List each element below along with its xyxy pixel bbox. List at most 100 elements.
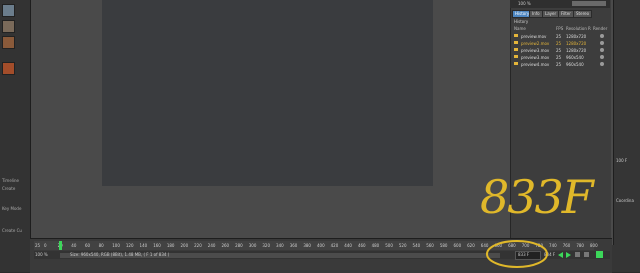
ruler-tick: 500 xyxy=(385,243,393,248)
ruler-tick: 60 xyxy=(84,243,91,248)
annotation-text: 833F xyxy=(480,170,594,224)
eye-icon[interactable] xyxy=(600,41,604,45)
history-row[interactable]: preview4.mov 25 960x540 xyxy=(512,61,608,68)
history-row[interactable]: preview.mov 25 1280x720 xyxy=(512,33,608,40)
col-resolution[interactable]: Resolution xyxy=(566,26,587,31)
ruler-tick: 800 xyxy=(590,243,598,248)
eye-icon[interactable] xyxy=(600,34,604,38)
history-header-row: Name FPS Resolution R Render xyxy=(512,26,608,32)
record-icon[interactable] xyxy=(2,62,15,75)
folder-icon xyxy=(514,55,518,58)
ruler-tick: 780 xyxy=(576,243,584,248)
row-name: preview3.mov xyxy=(521,55,550,60)
ruler-tick: 600 xyxy=(453,243,462,248)
ruler-tick: 400 xyxy=(317,243,325,248)
ruler-tick: 300 xyxy=(248,243,257,248)
ruler-tick: 680 xyxy=(508,243,516,248)
history-row[interactable]: preview2.mov 25 1280x720 xyxy=(512,40,608,47)
row-name: preview.mov xyxy=(521,34,547,39)
eye-icon[interactable] xyxy=(600,55,604,59)
camera-icon[interactable] xyxy=(2,36,15,49)
ruler-tick: 160 xyxy=(153,243,161,248)
ruler-tick: 760 xyxy=(562,243,571,248)
step-icon[interactable] xyxy=(584,252,589,257)
tab-stereo[interactable]: Stereo xyxy=(573,10,593,18)
zoom-value[interactable]: 100 % xyxy=(518,1,531,6)
ruler-tick: 540 xyxy=(412,243,421,248)
ruler-tick: 700 xyxy=(521,243,530,248)
ruler-tick: 280 xyxy=(235,243,243,248)
current-frame-value: 833 F xyxy=(518,252,530,257)
loop-icon[interactable] xyxy=(596,251,603,258)
ruler-tick: 200 xyxy=(180,243,189,248)
start-frame: 25 xyxy=(35,243,41,248)
ruler-tick: 460 xyxy=(357,243,366,248)
ruler-tick: 260 xyxy=(221,243,230,248)
coordinates-label: Coordina xyxy=(616,198,634,203)
ruler-tick: 80 xyxy=(98,243,104,248)
row-fps: 25 xyxy=(556,62,562,67)
row-name: preview4.mov xyxy=(521,62,550,67)
row-resolution: 1280x720 xyxy=(566,41,587,46)
tab-info[interactable]: Info xyxy=(529,10,543,18)
host-left-toolbar: Timeline Create Key Mode Create Cu xyxy=(0,0,30,272)
col-render[interactable]: Render xyxy=(593,26,607,31)
eye-icon[interactable] xyxy=(600,62,604,66)
ruler-tick: 100 xyxy=(112,243,120,248)
col-r[interactable]: R xyxy=(588,26,591,31)
row-resolution: 1280x720 xyxy=(566,34,587,39)
ruler-tick: 420 xyxy=(330,243,339,248)
row-fps: 25 xyxy=(556,41,562,46)
key-mode-label[interactable]: Key Mode xyxy=(2,206,21,211)
ruler-tick: 620 xyxy=(467,243,475,248)
current-frame-field[interactable]: 833 F xyxy=(515,251,541,260)
row-resolution: 1280x720 xyxy=(566,48,587,53)
ruler-tick: 380 xyxy=(303,243,311,248)
folder-icon xyxy=(514,62,518,65)
eye-icon[interactable] xyxy=(600,48,604,52)
row-name: preview2.mov xyxy=(521,41,550,46)
playhead[interactable] xyxy=(59,241,62,250)
ruler-tick: 180 xyxy=(166,243,175,248)
ruler-tick: 140 xyxy=(139,243,148,248)
play-backward-icon[interactable] xyxy=(558,252,563,258)
ruler-tick: 740 xyxy=(549,243,557,248)
ruler-tick: 660 xyxy=(494,243,503,248)
timeline-label: Timeline xyxy=(2,178,20,183)
tab-filter[interactable]: Filter xyxy=(558,10,574,18)
play-forward-icon[interactable] xyxy=(566,252,571,258)
create-label[interactable]: Create xyxy=(2,186,15,191)
ruler-tick: 0 xyxy=(44,243,47,248)
col-name[interactable]: Name xyxy=(514,26,526,31)
ruler-tick: 40 xyxy=(71,243,77,248)
ruler-tick: 480 xyxy=(371,243,380,248)
folder-icon xyxy=(514,48,518,51)
folder-icon xyxy=(514,41,518,44)
history-row[interactable]: preview3.mov 25 1280x720 xyxy=(512,47,608,54)
ruler-tick: 320 xyxy=(262,243,271,248)
col-fps[interactable]: FPS xyxy=(556,26,563,31)
timeline-zoom[interactable]: 100 % xyxy=(35,252,48,257)
row-resolution: 960x540 xyxy=(566,62,584,67)
zoom-slider[interactable] xyxy=(572,1,606,6)
folder-icon xyxy=(514,34,518,37)
ruler-tick: 220 xyxy=(194,243,202,248)
ruler-tick: 120 xyxy=(125,243,134,248)
stop-icon[interactable] xyxy=(575,252,580,257)
ruler-tick: 720 xyxy=(535,243,544,248)
row-fps: 25 xyxy=(556,48,562,53)
end-frame: 834 F xyxy=(544,252,556,257)
ruler-tick: 520 xyxy=(398,243,407,248)
ruler-tick: 360 xyxy=(289,243,298,248)
tool-icon[interactable] xyxy=(2,20,15,33)
ruler-tick: 240 xyxy=(207,243,216,248)
row-fps: 25 xyxy=(556,34,562,39)
create-curve-label[interactable]: Create Cu xyxy=(2,228,22,233)
host-right-panel: 100 F Coordina xyxy=(612,0,640,272)
cube-icon[interactable] xyxy=(2,4,15,17)
image-canvas[interactable] xyxy=(102,0,433,186)
tab-layer[interactable]: Layer xyxy=(542,10,560,18)
history-heading: History xyxy=(514,19,529,24)
history-row[interactable]: preview3.mov 25 960x540 xyxy=(512,54,608,61)
ruler-tick: 440 xyxy=(344,243,352,248)
